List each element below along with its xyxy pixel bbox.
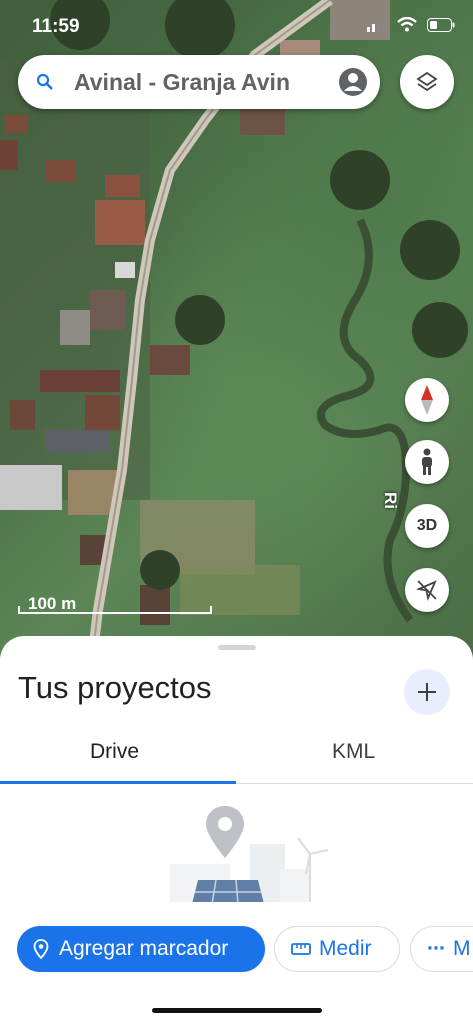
more-label: M (452, 937, 471, 960)
sheet-drag-handle[interactable] (218, 645, 256, 650)
compass-button[interactable] (405, 378, 449, 422)
add-project-button[interactable] (404, 669, 450, 715)
status-icons (367, 17, 455, 32)
measure-button[interactable]: Medir (274, 926, 400, 972)
tab-drive[interactable]: Drive (90, 740, 139, 764)
recenter-icon (416, 580, 437, 601)
map-place-label: Ri (381, 492, 400, 509)
plus-icon (418, 683, 436, 701)
add-marker-button[interactable]: Agregar marcador (17, 926, 265, 972)
status-time: 11:59 (32, 16, 80, 37)
scale-ruler (18, 606, 212, 614)
battery-icon (427, 17, 455, 32)
action-bar: Agregar marcador Medir ··· M (0, 902, 473, 1024)
pegman-icon (422, 448, 432, 475)
recenter-button[interactable] (405, 568, 449, 612)
active-tab-indicator (0, 781, 236, 784)
add-marker-label: Agregar marcador (59, 937, 229, 960)
measure-label: Medir (319, 937, 372, 960)
wifi-icon (397, 17, 417, 32)
more-icon: ··· (427, 937, 446, 960)
status-bar: 11:59 (0, 0, 473, 50)
layers-button[interactable] (400, 55, 454, 109)
layers-icon (416, 71, 438, 92)
3d-label: 3D (416, 517, 438, 534)
signal-icon (367, 17, 385, 32)
search-query[interactable]: Avinal - Granja Avin (74, 69, 334, 96)
ruler-icon (291, 943, 311, 955)
search-icon (36, 73, 53, 90)
scale-bar: 100 m (18, 592, 212, 614)
empty-state-illustration (170, 806, 329, 904)
sheet-title: Tus proyectos (18, 670, 212, 705)
compass-icon (421, 385, 433, 415)
3d-toggle-button[interactable]: 3D (405, 504, 449, 548)
account-icon[interactable] (338, 67, 368, 97)
tab-kml[interactable]: KML (332, 740, 375, 764)
more-button[interactable]: ··· M (410, 926, 473, 972)
pin-icon (33, 939, 49, 959)
search-bar[interactable]: Avinal - Granja Avin (18, 55, 380, 109)
street-view-button[interactable] (405, 440, 449, 484)
home-indicator (152, 1008, 322, 1013)
